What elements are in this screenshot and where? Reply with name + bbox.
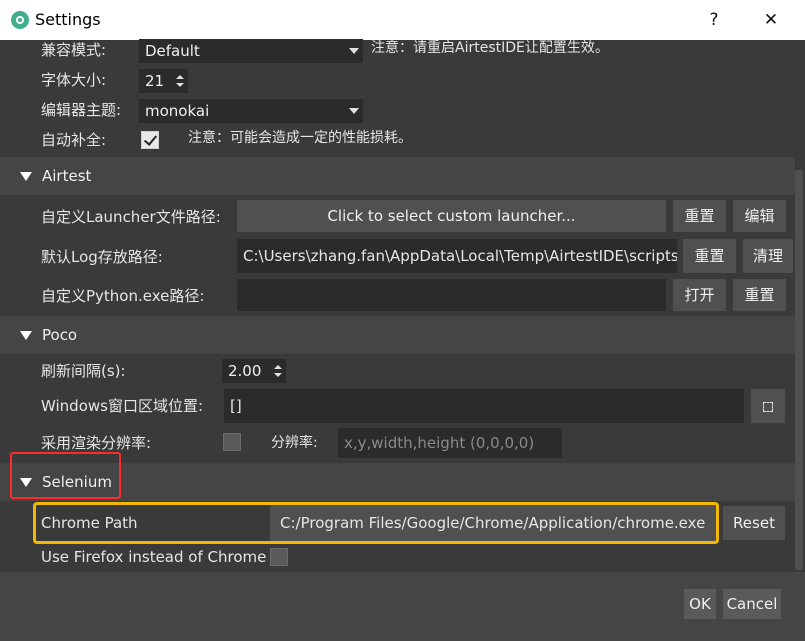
compat-mode-label: 兼容模式: [41,41,107,59]
window-title: Settings [35,10,101,29]
log-clear-button[interactable]: 清理 [743,239,793,273]
compat-mode-note: 注意：请重启AirtestIDE让配置生效。 [371,40,609,56]
chevron-down-icon [349,108,359,114]
python-path-input[interactable] [237,279,666,311]
window-region-input[interactable]: [] [224,389,744,423]
chrome-path-reset-button[interactable]: Reset [723,506,785,540]
python-reset-button[interactable]: 重置 [733,279,786,311]
checkmark-icon [143,132,158,146]
log-path-label: 默认Log存放路径: [41,248,163,266]
use-firefox-checkbox[interactable] [270,548,288,566]
editor-theme-value: monokai [145,102,210,120]
refresh-interval-spinbox[interactable]: 2.00 [222,359,286,383]
font-size-spinbox[interactable]: 21 [139,69,188,93]
section-header-poco[interactable]: Poco [0,316,795,354]
render-resolution-checkbox[interactable] [223,433,241,451]
section-header-airtest[interactable]: Airtest [0,157,795,195]
spin-down-icon[interactable] [274,373,282,377]
refresh-interval-value: 2.00 [228,362,262,380]
section-title-airtest: Airtest [42,167,92,185]
use-firefox-label: Use Firefox instead of Chrome [41,548,267,566]
ok-button[interactable]: OK [684,589,716,619]
resolution-sub-label: 分辨率: [271,435,318,451]
spin-up-icon[interactable] [274,365,282,369]
cancel-button[interactable]: Cancel [723,589,781,619]
launcher-edit-button[interactable]: 编辑 [733,200,786,232]
chevron-down-icon [349,48,359,54]
editor-theme-label: 编辑器主题: [41,101,122,119]
autocomplete-checkbox[interactable] [141,131,159,149]
render-resolution-label: 采用渲染分辨率: [41,434,152,452]
log-reset-button[interactable]: 重置 [683,239,736,273]
resolution-placeholder: x,y,width,height (0,0,0,0) [344,434,535,452]
close-button[interactable]: ✕ [751,6,791,34]
log-path-input[interactable]: C:\Users\zhang.fan\AppData\Local\Temp\Ai… [237,239,677,273]
font-size-label: 字体大小: [41,71,107,89]
triangle-down-icon [20,172,32,181]
font-size-value: 21 [145,72,165,90]
settings-gear-icon [10,10,30,30]
selenium-highlight-box [10,452,121,499]
select-launcher-button[interactable]: Click to select custom launcher... [237,200,666,232]
title-bar: Settings ? ✕ [0,0,805,40]
expand-corners-icon [763,401,773,412]
triangle-down-icon [20,331,32,340]
compat-mode-value: Default [145,42,200,60]
region-picker-button[interactable] [751,389,785,423]
launcher-reset-button[interactable]: 重置 [673,200,726,232]
help-button[interactable]: ? [694,6,734,34]
editor-theme-select[interactable]: monokai [139,99,363,123]
python-path-label: 自定义Python.exe路径: [41,287,205,305]
compat-mode-select[interactable]: Default [139,39,363,63]
scrollbar-thumb[interactable] [795,170,803,570]
spin-up-icon[interactable] [176,75,184,79]
resolution-input[interactable]: x,y,width,height (0,0,0,0) [338,428,562,458]
launcher-label: 自定义Launcher文件路径: [41,208,221,226]
python-open-button[interactable]: 打开 [673,279,726,311]
window-region-label: Windows窗口区域位置: [41,397,204,415]
chrome-path-highlight-box [33,502,719,544]
spin-down-icon[interactable] [176,83,184,87]
refresh-interval-label: 刷新间隔(s): [41,362,126,380]
section-title-poco: Poco [42,326,78,344]
autocomplete-label: 自动补全: [41,131,107,149]
autocomplete-note: 注意：可能会造成一定的性能损耗。 [188,130,412,146]
